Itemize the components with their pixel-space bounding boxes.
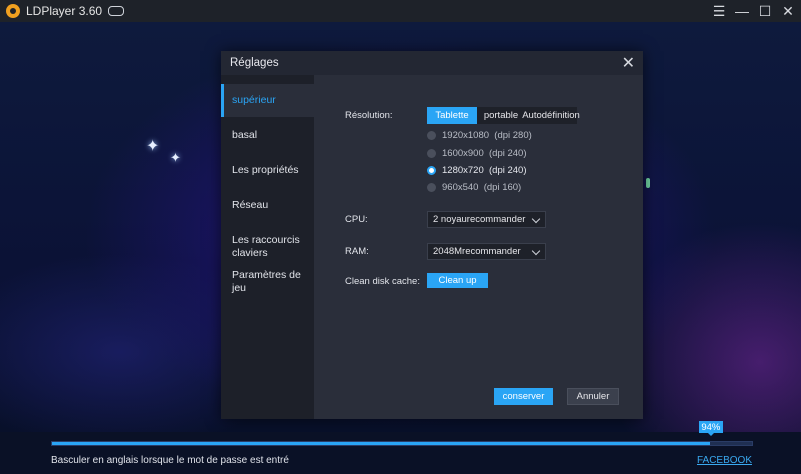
close-icon[interactable]: ✕	[777, 0, 799, 22]
resolution-option-1280[interactable]: 1280x720 (dpi 240)	[427, 165, 527, 176]
radio-button[interactable]	[427, 131, 436, 140]
gamepad-icon[interactable]	[108, 6, 125, 16]
sidebar-item-raccourcis[interactable]: Les raccourcis claviers	[221, 234, 311, 260]
progress-fill	[52, 442, 710, 445]
sparkle-icon: ✦	[146, 138, 160, 155]
sidebar-item-superieur[interactable]: supérieur	[221, 84, 314, 117]
chevron-down-icon	[531, 214, 541, 224]
title-bar: LDPlayer 3.60 ☰ — ☐ ✕	[0, 0, 801, 22]
clean-cache-label: Clean disk cache:	[345, 276, 420, 287]
resolution-option-label: 1280x720 (dpi 240)	[442, 165, 527, 176]
maximize-icon[interactable]: ☐	[754, 0, 776, 22]
tab-tablette[interactable]: Tablette	[427, 107, 477, 124]
save-button[interactable]: conserver	[494, 388, 553, 405]
tab-portable[interactable]: portable	[477, 107, 525, 124]
resolution-option-1600[interactable]: 1600x900 (dpi 240)	[427, 148, 527, 159]
progress-bar	[51, 441, 753, 446]
settings-content: Résolution: Tablette portable Autodéfini…	[314, 75, 643, 419]
app-title: LDPlayer 3.60	[26, 4, 103, 18]
resolution-option-1920[interactable]: 1920x1080 (dpi 280)	[427, 130, 532, 141]
dialog-header: Réglages ✕	[221, 51, 643, 75]
radio-button-selected[interactable]	[427, 166, 436, 175]
resolution-option-label: 960x540 (dpi 160)	[442, 182, 522, 193]
progress-percent-badge: 94%	[698, 421, 723, 436]
dialog-title: Réglages	[230, 57, 279, 69]
facebook-link[interactable]: FACEBOOK	[697, 455, 752, 466]
gem-decoration	[646, 178, 650, 188]
sidebar-item-label: Les raccourcis claviers	[232, 234, 300, 259]
tab-autodefinition[interactable]: Autodéfinition	[522, 107, 580, 124]
cpu-select-value: 2 noyaurecommander	[433, 214, 526, 225]
resolution-option-960[interactable]: 960x540 (dpi 160)	[427, 182, 521, 193]
sidebar-item-proprietes[interactable]: Les propriétés	[221, 164, 314, 177]
cancel-button[interactable]: Annuler	[567, 388, 619, 405]
cpu-select[interactable]: 2 noyaurecommander	[427, 211, 546, 228]
resolution-option-label: 1920x1080 (dpi 280)	[442, 130, 532, 141]
dialog-close-icon[interactable]: ✕	[622, 53, 635, 73]
menu-icon[interactable]: ☰	[708, 0, 730, 22]
radio-button[interactable]	[427, 149, 436, 158]
minimize-icon[interactable]: —	[731, 0, 753, 22]
ram-select-value: 2048Mrecommander	[433, 246, 521, 257]
sidebar-item-basal[interactable]: basal	[221, 129, 314, 142]
resolution-option-label: 1600x900 (dpi 240)	[442, 148, 527, 159]
ram-select[interactable]: 2048Mrecommander	[427, 243, 546, 260]
ldplayer-logo-icon	[6, 4, 20, 18]
sidebar-item-parametres-jeu[interactable]: Paramètres de jeu	[221, 269, 314, 295]
sidebar-item-label: basal	[232, 129, 258, 141]
radio-button[interactable]	[427, 183, 436, 192]
sidebar-item-label: Réseau	[232, 199, 269, 211]
loading-bar-area: 94% Basculer en anglais lorsque le mot d…	[0, 421, 801, 474]
sidebar-item-label: supérieur	[232, 94, 276, 106]
hint-text: Basculer en anglais lorsque le mot de pa…	[51, 455, 289, 466]
ram-label: RAM:	[345, 246, 369, 257]
settings-dialog: Réglages ✕ supérieur basal Les propriété…	[221, 51, 643, 419]
clean-up-button[interactable]: Clean up	[427, 273, 488, 288]
cpu-label: CPU:	[345, 214, 368, 225]
resolution-label: Résolution:	[345, 110, 393, 121]
chevron-down-icon	[531, 246, 541, 256]
sidebar-item-label: Les propriétés	[232, 164, 299, 176]
sidebar-item-reseau[interactable]: Réseau	[221, 199, 314, 212]
sparkle-icon: ✦	[170, 150, 181, 165]
settings-sidebar: supérieur basal Les propriétés Réseau Le…	[221, 75, 314, 419]
resolution-tabs: Tablette portable Autodéfinition	[427, 107, 580, 124]
sidebar-item-label: Paramètres de jeu	[232, 269, 301, 294]
